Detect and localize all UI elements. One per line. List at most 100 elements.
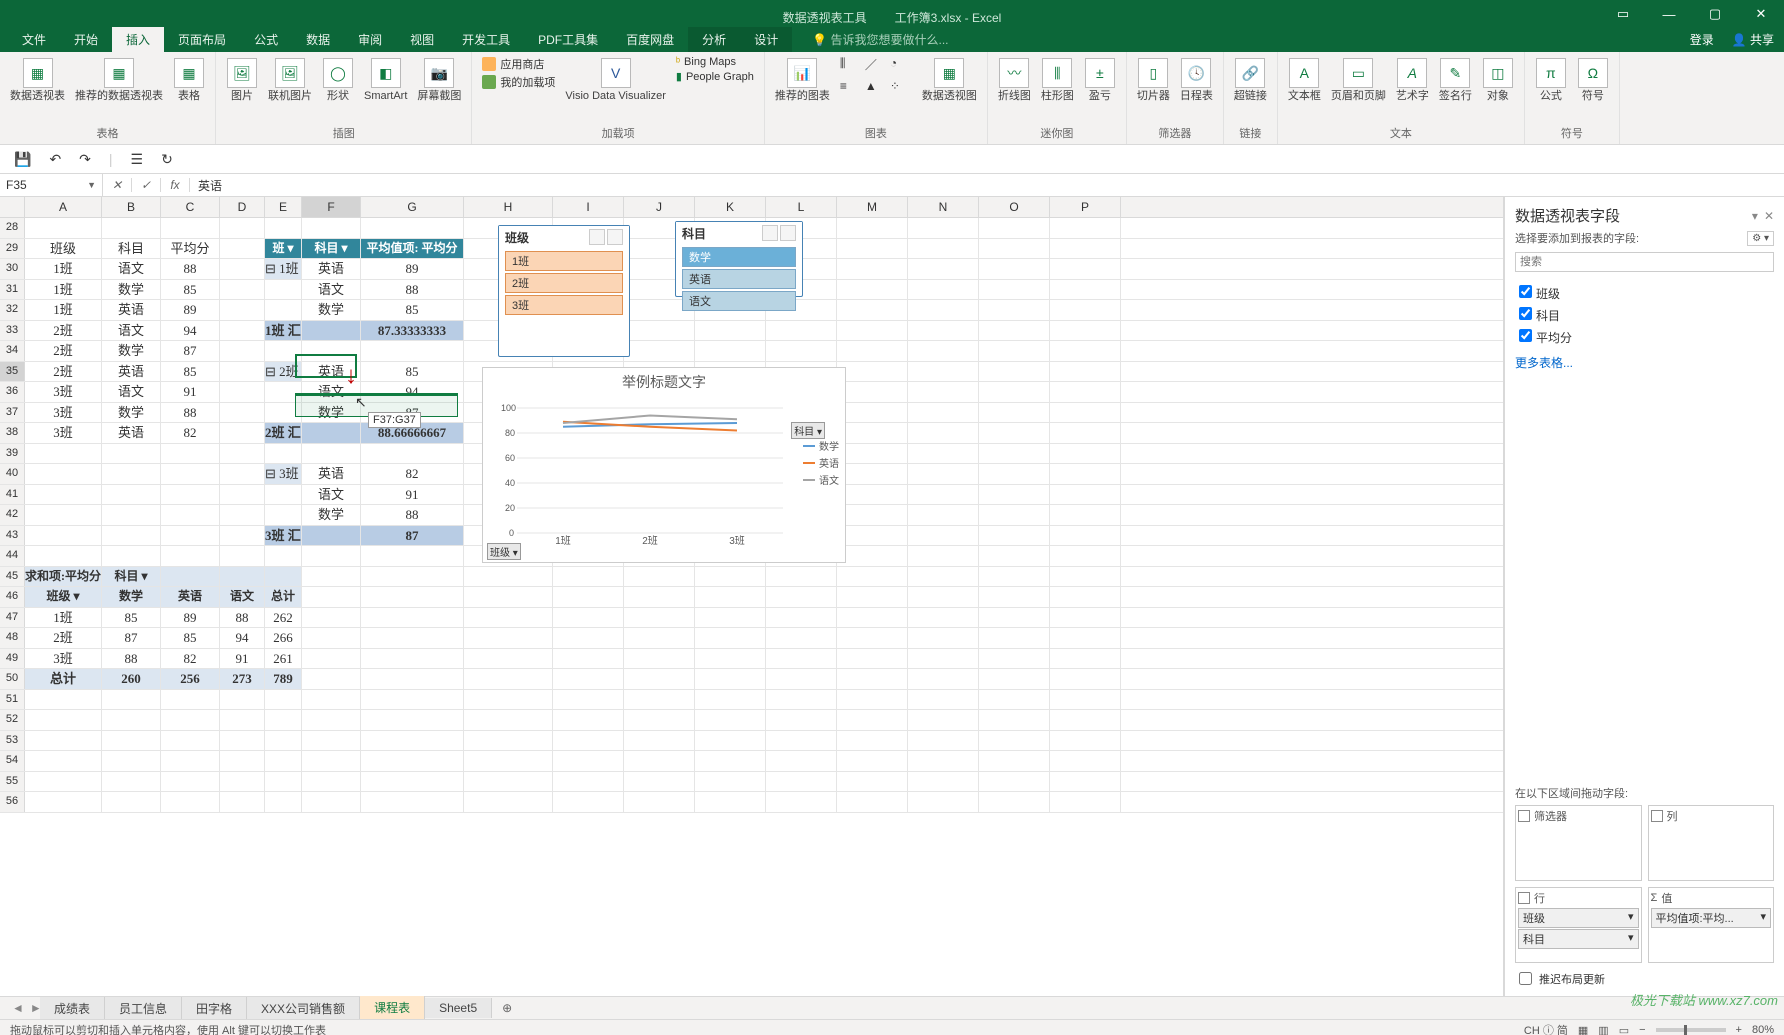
cell[interactable] xyxy=(979,218,1050,238)
row-header[interactable]: 34 xyxy=(0,341,25,361)
row-header[interactable]: 41 xyxy=(0,485,25,505)
sheet-nav-prev[interactable]: ◄ xyxy=(12,1001,24,1015)
cell[interactable] xyxy=(979,608,1050,628)
cell[interactable] xyxy=(361,444,464,464)
cell[interactable] xyxy=(302,649,361,669)
cell[interactable]: 85 xyxy=(102,608,161,628)
row-header[interactable]: 50 xyxy=(0,669,25,689)
cell[interactable]: 英语 xyxy=(302,362,361,382)
equation-button[interactable]: π公式 xyxy=(1535,56,1567,102)
area-chart-icon[interactable]: ▲ xyxy=(865,79,885,99)
cell[interactable] xyxy=(837,423,908,443)
cell[interactable] xyxy=(837,300,908,320)
cell[interactable] xyxy=(25,772,102,792)
cell[interactable] xyxy=(837,526,908,546)
cell[interactable] xyxy=(695,321,766,341)
cell[interactable] xyxy=(695,731,766,751)
cell[interactable] xyxy=(464,628,553,648)
cell[interactable] xyxy=(1050,731,1121,751)
cell[interactable] xyxy=(220,341,265,361)
cell[interactable] xyxy=(161,464,220,484)
row-header[interactable]: 51 xyxy=(0,690,25,710)
cell[interactable] xyxy=(265,485,302,505)
cell[interactable]: 3班 xyxy=(25,403,102,423)
slicer-item[interactable]: 3班 xyxy=(505,295,623,315)
cell[interactable] xyxy=(908,362,979,382)
zoom-out-icon[interactable]: − xyxy=(1639,1024,1645,1035)
cell[interactable] xyxy=(979,321,1050,341)
row-header[interactable]: 37 xyxy=(0,403,25,423)
cell[interactable] xyxy=(979,669,1050,689)
cell[interactable] xyxy=(1050,690,1121,710)
cell[interactable] xyxy=(1050,464,1121,484)
row-header[interactable]: 29 xyxy=(0,239,25,259)
area-rows[interactable]: 行 班级▾ 科目▾ xyxy=(1515,887,1642,963)
cell[interactable] xyxy=(979,464,1050,484)
tab-pagelayout[interactable]: 页面布局 xyxy=(164,27,240,52)
cell[interactable] xyxy=(908,321,979,341)
cell[interactable] xyxy=(302,321,361,341)
fx-icon[interactable]: fx xyxy=(161,178,190,192)
cell[interactable] xyxy=(302,218,361,238)
cell[interactable] xyxy=(102,772,161,792)
cell[interactable] xyxy=(1050,792,1121,812)
cell[interactable]: 数学 xyxy=(102,341,161,361)
cell[interactable] xyxy=(1050,710,1121,730)
row-header[interactable]: 54 xyxy=(0,751,25,771)
cell[interactable]: 85 xyxy=(361,362,464,382)
wordart-button[interactable]: A艺术字 xyxy=(1396,56,1429,102)
tab-developer[interactable]: 开发工具 xyxy=(448,27,524,52)
row-header[interactable]: 46 xyxy=(0,587,25,607)
cell[interactable]: 82 xyxy=(161,649,220,669)
cell[interactable] xyxy=(302,567,361,587)
row-header[interactable]: 36 xyxy=(0,382,25,402)
cell[interactable] xyxy=(361,751,464,771)
qat-custom-icon[interactable]: ↻ xyxy=(161,151,173,168)
cell[interactable]: 班级 xyxy=(25,239,102,259)
tab-insert[interactable]: 插入 xyxy=(112,27,164,52)
formula-input[interactable]: 英语 xyxy=(190,177,222,194)
cell[interactable]: 85 xyxy=(161,628,220,648)
cell[interactable] xyxy=(837,587,908,607)
cell[interactable] xyxy=(161,444,220,464)
cell[interactable]: 82 xyxy=(361,464,464,484)
cell[interactable]: ⊟ 3班 xyxy=(265,464,302,484)
cell[interactable] xyxy=(1050,485,1121,505)
cell[interactable] xyxy=(837,751,908,771)
cell[interactable] xyxy=(553,628,624,648)
name-box[interactable]: F35▼ xyxy=(0,174,103,196)
cell[interactable]: 英语 xyxy=(102,362,161,382)
close-button[interactable]: ✕ xyxy=(1738,0,1784,28)
redo-icon[interactable]: ↷ xyxy=(79,151,91,168)
cell[interactable] xyxy=(837,280,908,300)
cell[interactable] xyxy=(220,792,265,812)
cell[interactable]: 91 xyxy=(361,485,464,505)
cell[interactable] xyxy=(1050,567,1121,587)
cell[interactable] xyxy=(464,669,553,689)
cell[interactable] xyxy=(979,423,1050,443)
cell[interactable] xyxy=(302,587,361,607)
sparkline-column-button[interactable]: ⫼柱形图 xyxy=(1041,56,1074,102)
cell[interactable] xyxy=(908,751,979,771)
cell[interactable] xyxy=(837,608,908,628)
cell[interactable]: 3班 汇总 xyxy=(265,526,302,546)
smartart-button[interactable]: ◧SmartArt xyxy=(364,56,407,102)
sheet-nav-next[interactable]: ► xyxy=(30,1001,42,1015)
cell[interactable] xyxy=(361,587,464,607)
cell[interactable] xyxy=(220,321,265,341)
cancel-icon[interactable]: ✕ xyxy=(103,178,132,192)
cell[interactable] xyxy=(908,628,979,648)
col-header[interactable]: I xyxy=(553,197,624,217)
cell[interactable] xyxy=(265,280,302,300)
field-checkbox[interactable]: 平均分 xyxy=(1515,326,1774,346)
undo-icon[interactable]: ↶ xyxy=(49,151,61,168)
cell[interactable] xyxy=(979,403,1050,423)
cell[interactable]: 266 xyxy=(265,628,302,648)
cell[interactable]: 94 xyxy=(220,628,265,648)
cell[interactable] xyxy=(265,751,302,771)
cell[interactable]: 数学 xyxy=(302,403,361,423)
cell[interactable]: 平均分 xyxy=(161,239,220,259)
cell[interactable] xyxy=(979,341,1050,361)
cell[interactable] xyxy=(161,218,220,238)
cell[interactable] xyxy=(624,690,695,710)
